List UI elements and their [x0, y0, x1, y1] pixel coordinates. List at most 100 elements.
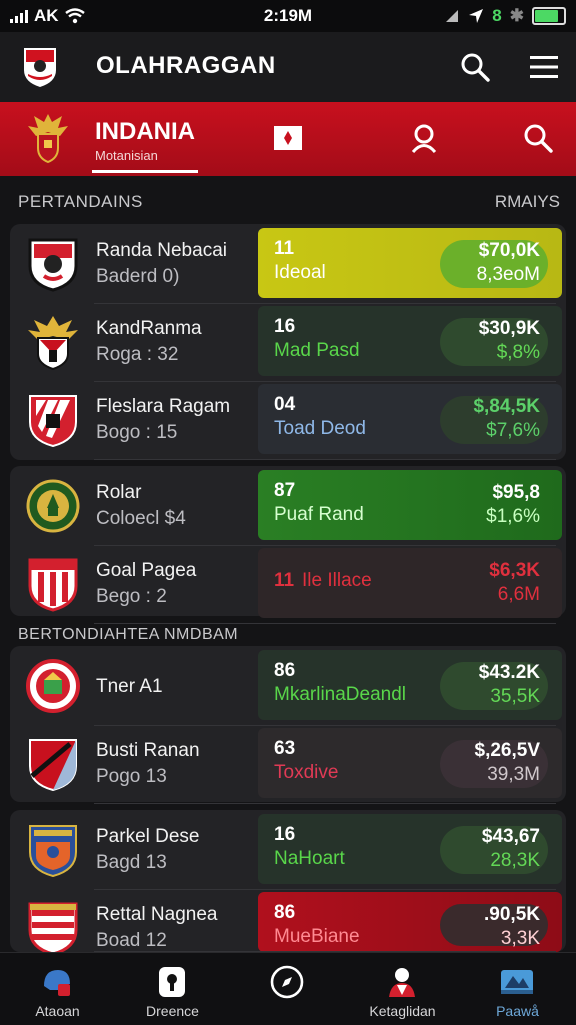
team-name: Tner A1: [96, 676, 163, 697]
nav-label: Paawå: [496, 1003, 539, 1019]
match-number: 11: [274, 238, 295, 259]
change-value: $7,6%: [486, 420, 540, 441]
row-divider: [94, 803, 556, 804]
bluetooth-icon: ✱: [509, 6, 524, 25]
match-label: MueBiane: [274, 926, 360, 947]
bottom-nav: Ataoan Dreence Ketaglidan Paawå: [0, 952, 576, 1025]
match-group: Randa Nebacai Baderd 0) 11 Ideoal $70,0K 8,3e…: [10, 224, 566, 460]
app-bar: OLAHRAGGAN: [0, 32, 576, 102]
match-label: MkarlinaDeandl: [274, 684, 407, 705]
team-name: Rolar: [96, 482, 142, 503]
search-icon: [524, 124, 553, 153]
change-value: 6,6M: [497, 584, 540, 605]
user-icon: [411, 124, 437, 153]
nav-item-compass[interactable]: [230, 953, 345, 1025]
match-row[interactable]: Randa Nebacai Baderd 0) 11 Ideoal $70,0K 8,3e…: [10, 224, 566, 304]
odds-panel[interactable]: 63 Toxdive $,26,5V 39,3M: [258, 728, 562, 798]
nav-label: Dreence: [146, 1003, 199, 1019]
price-value: $,26,5V: [474, 740, 541, 761]
red-white-crest-icon: [28, 902, 78, 956]
flag-button[interactable]: [270, 120, 306, 156]
team-name: KandRanma: [96, 318, 202, 339]
banner-search-button[interactable]: [520, 120, 556, 156]
match-row[interactable]: Goal Pagea Bego : 2 11 Ile Illace $6,3K 6,6M: [10, 544, 566, 624]
country-banner: INDANIA Motanisian: [0, 102, 576, 176]
match-number: 16: [274, 824, 296, 845]
match-label: Toad Deod: [274, 418, 366, 439]
banner-title: INDANIA: [95, 118, 195, 145]
banner-subtitle: Motanisian: [95, 148, 158, 163]
status-number: 8: [492, 6, 502, 25]
match-row[interactable]: Tner A1 86 MkarlinaDeandl $43.2K 35,5K: [10, 646, 566, 726]
match-label: Mad Pasd: [274, 340, 360, 361]
nav-item-ketaglidan[interactable]: Ketaglidan: [345, 953, 460, 1025]
menu-button[interactable]: [524, 47, 564, 87]
match-row[interactable]: Parkel Dese Bagd 13 16 NaHoart $43,67 28,3K: [10, 810, 566, 890]
match-group: Tner A1 86 MkarlinaDeandl $43.2K 35,5K Busti…: [10, 646, 566, 804]
match-number: 86: [274, 660, 296, 681]
garuda-crest-icon: [28, 316, 78, 370]
active-tab-indicator: [92, 170, 198, 173]
price-value: $43,67: [481, 826, 540, 847]
compass-icon: [268, 965, 306, 999]
profile-search-button[interactable]: [406, 120, 442, 156]
odds-panel[interactable]: 11 Ideoal $70,0K 8,3eoM: [258, 228, 562, 298]
odds-panel[interactable]: 87 Puaf Rand $95,8 $1,6%: [258, 470, 562, 540]
app-title: OLAHRAGGAN: [96, 52, 276, 79]
match-label: Toxdive: [274, 762, 339, 783]
match-label: Puaf Rand: [274, 504, 364, 525]
nav-label: Ketaglidan: [369, 1003, 436, 1019]
price-value: .90,5K: [484, 904, 540, 925]
row-divider: [94, 459, 556, 460]
change-value: 28,3K: [490, 850, 540, 871]
match-row[interactable]: Rettal Nagnea Boad 12 86 MueBiane .90,5K 3,3K: [10, 888, 566, 956]
match-number: 63: [274, 738, 296, 759]
helmet-icon: [38, 965, 76, 999]
team-name: Goal Pagea: [96, 560, 197, 581]
signal-arrow-icon: [446, 10, 459, 22]
round-green-crest-icon: [26, 479, 80, 533]
change-value: 3,3K: [500, 928, 540, 949]
match-number: 04: [274, 394, 296, 415]
change-value: 35,5K: [490, 686, 540, 707]
match-row[interactable]: Fleslara Ragam Bogo : 15 04 Toad Deod $,84,5…: [10, 380, 566, 460]
status-bar: AK 2:19M 8 ✱: [0, 0, 576, 32]
odds-panel[interactable]: 86 MkarlinaDeandl $43.2K 35,5K: [258, 650, 562, 720]
hamburger-menu-icon: [530, 56, 558, 78]
battery-icon: [532, 7, 566, 25]
player-icon: [383, 965, 421, 999]
round-red-crest-icon: [26, 659, 80, 713]
search-icon: [461, 53, 490, 82]
lock-icon: [153, 965, 191, 999]
section-title: BERTONDIAHTEA NMDBAM: [18, 626, 239, 643]
match-row[interactable]: Busti Ranan Pogo 13 63 Toxdive $,26,5V 39,3M: [10, 724, 566, 804]
match-number: 11: [274, 570, 295, 591]
section-action[interactable]: RMAIYS: [495, 192, 560, 212]
nav-item-dreence[interactable]: Dreence: [115, 953, 230, 1025]
flag-icon: [274, 126, 302, 150]
change-value: $,8%: [496, 342, 540, 363]
search-button[interactable]: [455, 47, 495, 87]
odds-panel[interactable]: 16 Mad Pasd $30,9K $,8%: [258, 306, 562, 376]
odds-panel[interactable]: 11 Ile Illace $6,3K 6,6M: [258, 548, 562, 618]
match-row[interactable]: KandRanma Roga : 32 16 Mad Pasd $30,9K $,8%: [10, 302, 566, 382]
price-value: $,84,5K: [473, 396, 540, 417]
match-label: Ile Illace: [302, 570, 372, 591]
logo-shield-icon[interactable]: [22, 46, 58, 88]
team-name: Randa Nebacai: [96, 240, 227, 261]
change-value: $1,6%: [486, 506, 540, 527]
blue-orange-crest-icon: [29, 825, 77, 878]
odds-panel[interactable]: 86 MueBiane .90,5K 3,3K: [258, 892, 562, 952]
team-name: Rettal Nagnea: [96, 904, 218, 925]
match-row[interactable]: Rolar Coloecl $4 87 Puaf Rand $95,8 $1,6%: [10, 466, 566, 546]
garuda-emblem-icon: [28, 114, 68, 164]
nav-item-ataoan[interactable]: Ataoan: [0, 953, 115, 1025]
striped-crest-icon: [29, 395, 77, 448]
row-divider: [94, 623, 556, 624]
team-subtitle: Pogo 13: [96, 766, 167, 787]
team-subtitle: Roga : 32: [96, 344, 179, 365]
odds-panel[interactable]: 16 NaHoart $43,67 28,3K: [258, 814, 562, 884]
nav-item-paawa[interactable]: Paawå: [460, 953, 575, 1025]
stadium-icon: [498, 965, 536, 999]
odds-panel[interactable]: 04 Toad Deod $,84,5K $7,6%: [258, 384, 562, 454]
